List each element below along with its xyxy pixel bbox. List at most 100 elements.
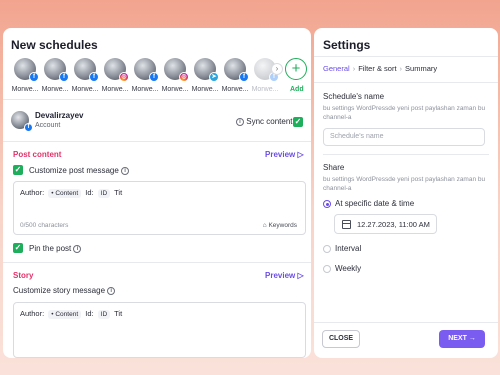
divider (323, 154, 489, 155)
account-label: Morwe... (131, 86, 159, 93)
info-icon: i (121, 166, 130, 175)
account-item[interactable]: ◎ Morwe... (101, 58, 129, 93)
customize-story-option: Customize story message i (13, 286, 116, 295)
message-template: Author: • Content Id: ID Tit (20, 188, 122, 198)
account-label: Morwe... (161, 86, 189, 93)
settings-panel: Settings General › Filter & sort › Summary S… (314, 28, 498, 358)
step-general[interactable]: General (323, 64, 350, 73)
avatar: f (134, 58, 159, 82)
divider (3, 262, 311, 263)
step-filter-sort[interactable]: Filter & sort (358, 64, 396, 73)
radio-weekly[interactable] (323, 265, 331, 273)
radio-specific-date-label: At specific date & time (335, 199, 415, 208)
avatar: f (224, 58, 249, 82)
instagram-icon: ◎ (119, 72, 129, 82)
account-item[interactable]: f Morwe... (11, 58, 39, 93)
add-account-button[interactable]: + (285, 58, 307, 80)
character-counter: 0/500 characters (20, 222, 69, 229)
accounts-list: f Morwe... f Morwe... f Morwe... ◎ Morwe… (11, 58, 311, 118)
title-text: Tit (114, 309, 123, 318)
facebook-icon: f (239, 72, 249, 82)
pin-post-checkbox[interactable]: ✓ (13, 243, 23, 253)
chevron-right-icon[interactable]: › (271, 63, 283, 75)
account-item[interactable]: ◎ Morwe... (161, 58, 189, 93)
avatar: f (44, 58, 69, 82)
author-label: Author: (20, 309, 45, 318)
info-icon: i (107, 286, 116, 295)
info-icon: i (73, 244, 82, 253)
account-item[interactable]: f Morwe... (221, 58, 249, 93)
avatar: f (74, 58, 99, 82)
account-type: Account (35, 122, 61, 129)
story-preview-button[interactable]: Preview ▷ (265, 271, 304, 280)
add-label: Add (290, 86, 304, 93)
datetime-value: 12.27.2023, 11:00 AM (357, 220, 430, 229)
divider (314, 56, 498, 57)
avatar: ◎ (164, 58, 189, 82)
facebook-icon: f (149, 72, 159, 82)
schedule-name-input[interactable]: Schedule's name (323, 128, 485, 146)
avatar: ◎ (104, 58, 129, 82)
avatar: f (14, 58, 39, 82)
divider (3, 99, 311, 100)
avatar: ➤ (194, 58, 219, 82)
new-schedules-panel: New schedules f Morwe... f Morwe... f Mo… (3, 28, 311, 358)
schedule-name-description: bu settings WordPressde yeni post paylas… (323, 105, 486, 121)
share-title: Share (323, 163, 345, 172)
title-text: Tit (114, 188, 123, 197)
account-item[interactable]: f Morwe... (41, 58, 69, 93)
post-content-heading: Post content (13, 150, 62, 159)
preview-label: Preview (265, 271, 296, 280)
account-label: Morwe... (191, 86, 219, 93)
radio-interval[interactable] (323, 245, 331, 253)
sync-checkbox[interactable]: ✓ (293, 117, 303, 127)
post-message-textarea[interactable]: Author: • Content Id: ID Tit 0/500 chara… (13, 181, 306, 235)
account-label: Morwe... (251, 86, 279, 93)
step-breadcrumb: General › Filter & sort › Summary (323, 64, 437, 73)
content-chip[interactable]: • Content (48, 188, 82, 198)
avatar: f (11, 111, 33, 132)
share-description: bu settings WordPressde yeni post paylas… (323, 176, 486, 192)
customize-post-checkbox[interactable]: ✓ (13, 165, 23, 175)
play-icon: ▷ (297, 271, 304, 280)
settings-title: Settings (323, 38, 371, 52)
keywords-button[interactable]: ⌂ Keywords (263, 222, 297, 229)
content-chip[interactable]: • Content (48, 309, 82, 319)
radio-specific-date[interactable] (323, 200, 331, 208)
customize-post-option: Customize post message i (29, 166, 130, 175)
story-heading: Story (13, 271, 34, 280)
account-item[interactable]: f Morwe... (131, 58, 159, 93)
customize-post-label: Customize post message (29, 166, 119, 175)
sync-label: Sync content (246, 117, 293, 126)
pin-post-option: Pin the post i (29, 244, 82, 253)
post-preview-button[interactable]: Preview ▷ (265, 150, 304, 159)
account-name: Devalirzayev (35, 111, 84, 120)
telegram-icon: ➤ (209, 72, 219, 82)
datetime-picker[interactable]: 12.27.2023, 11:00 AM (334, 214, 437, 234)
divider (314, 82, 498, 83)
message-template: Author: • Content Id: ID Tit (20, 309, 122, 319)
facebook-icon: f (29, 72, 39, 82)
id-label: Id: (85, 309, 94, 318)
account-label: Morwe... (11, 86, 39, 93)
step-summary[interactable]: Summary (405, 64, 437, 73)
account-item[interactable]: ➤ Morwe... (191, 58, 219, 93)
preview-label: Preview (265, 150, 296, 159)
radio-interval-label: Interval (335, 244, 362, 253)
id-chip[interactable]: ID (97, 188, 111, 198)
story-message-textarea[interactable]: Author: • Content Id: ID Tit (13, 302, 306, 358)
account-label: Morwe... (101, 86, 129, 93)
account-label: Morwe... (221, 86, 249, 93)
account-item[interactable]: f Morwe... (71, 58, 99, 93)
radio-weekly-label: Weekly (335, 264, 362, 273)
author-label: Author: (20, 188, 45, 197)
id-chip[interactable]: ID (97, 309, 111, 319)
sync-content: i Sync content (236, 117, 292, 126)
schedule-name-title: Schedule's name (323, 92, 385, 101)
play-icon: ▷ (297, 150, 304, 159)
customize-story-label: Customize story message (13, 286, 106, 295)
next-label: NEXT (448, 335, 467, 342)
arrow-right-icon: → (468, 335, 476, 342)
next-button[interactable]: NEXT → (439, 330, 485, 348)
close-button[interactable]: CLOSE (322, 330, 360, 348)
